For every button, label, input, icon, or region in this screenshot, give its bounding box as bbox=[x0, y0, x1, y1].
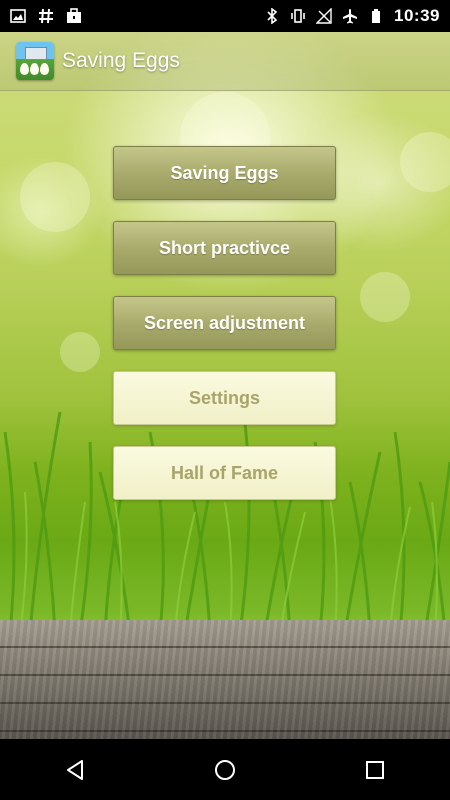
hall-of-fame-button[interactable]: Hall of Fame bbox=[113, 446, 336, 500]
recents-button[interactable] bbox=[345, 750, 405, 790]
back-button[interactable] bbox=[45, 750, 105, 790]
egg-icon bbox=[30, 63, 39, 75]
back-icon bbox=[67, 759, 83, 780]
bokeh-light bbox=[360, 272, 410, 322]
saving-eggs-button[interactable]: Saving Eggs bbox=[113, 146, 336, 200]
airplane-icon bbox=[342, 8, 358, 24]
no-signal-icon bbox=[315, 7, 332, 24]
short-practice-button[interactable]: Short practivce bbox=[113, 221, 336, 275]
app-title: Saving Eggs bbox=[62, 49, 180, 72]
solar-panel-icon bbox=[25, 47, 47, 60]
recents-icon bbox=[366, 760, 384, 779]
settings-button[interactable]: Settings bbox=[113, 371, 336, 425]
action-bar: Saving Eggs bbox=[0, 32, 450, 91]
hash-icon bbox=[38, 8, 54, 24]
wood-grain bbox=[0, 620, 450, 739]
egg-icon bbox=[40, 63, 49, 75]
home-button[interactable] bbox=[195, 750, 255, 790]
image-icon bbox=[10, 8, 26, 24]
egg-icon bbox=[20, 63, 29, 75]
briefcase-icon bbox=[66, 8, 82, 24]
bluetooth-icon bbox=[264, 7, 280, 25]
bokeh-light bbox=[400, 132, 450, 192]
bokeh-light bbox=[20, 162, 90, 232]
navigation-bar bbox=[0, 739, 450, 800]
status-time: 10:39 bbox=[394, 6, 440, 25]
status-bar: 10:39 bbox=[0, 0, 450, 32]
vibrate-icon bbox=[290, 8, 306, 24]
screen-adjustment-button[interactable]: Screen adjustment bbox=[113, 296, 336, 350]
bokeh-light bbox=[60, 332, 100, 372]
app-icon[interactable] bbox=[16, 42, 54, 80]
battery-icon bbox=[368, 8, 384, 24]
home-icon bbox=[215, 759, 235, 780]
